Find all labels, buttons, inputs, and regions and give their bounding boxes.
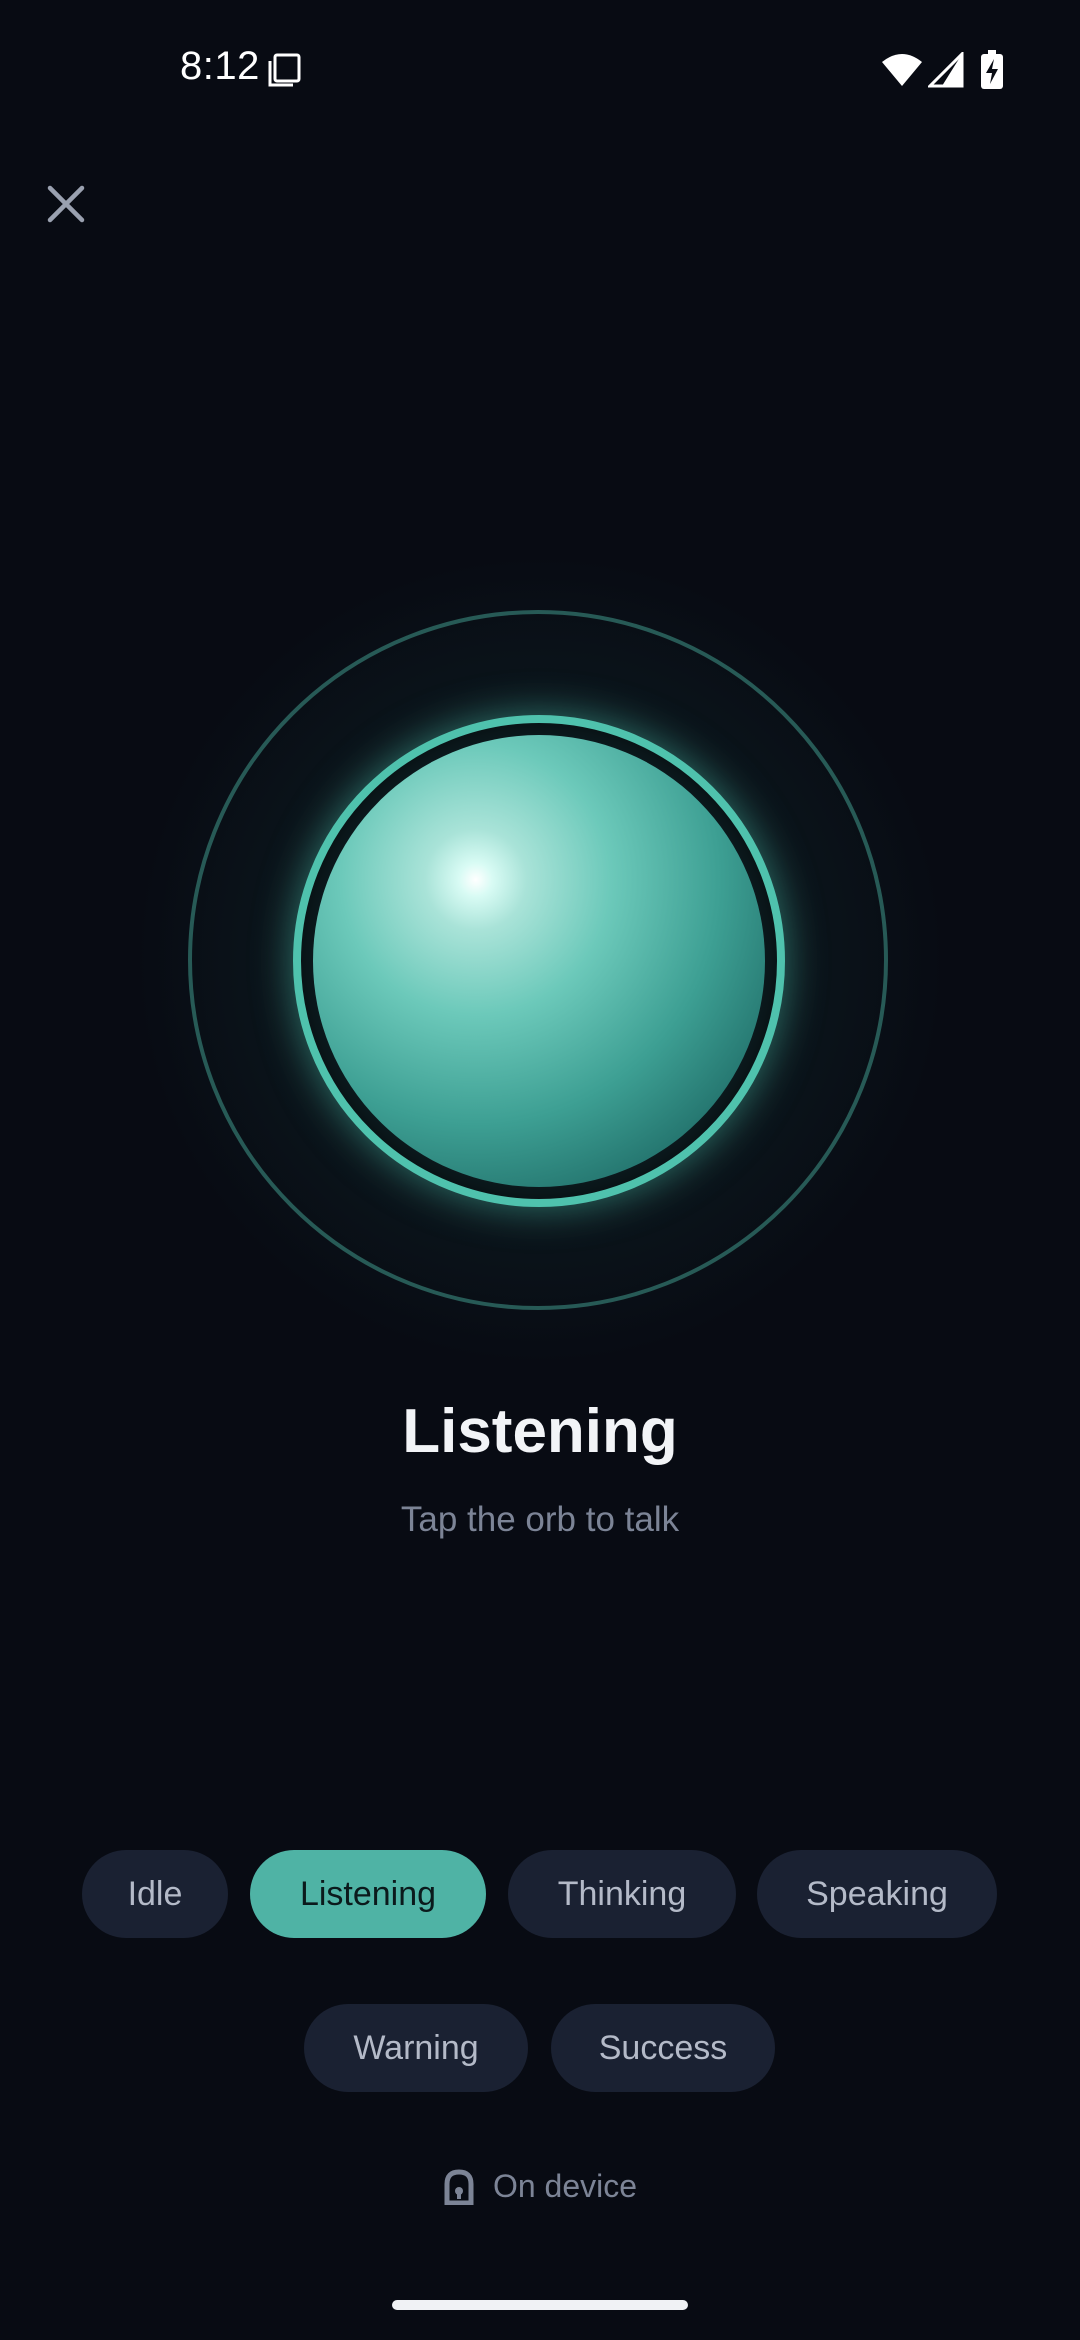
chip-warning[interactable]: Warning <box>304 2004 528 2092</box>
chip-speaking[interactable]: Speaking <box>757 1850 997 1938</box>
chip-success[interactable]: Success <box>551 2004 775 2092</box>
orb-area <box>0 540 1080 1400</box>
status-time: 8:12 <box>180 44 260 88</box>
lock-icon <box>444 2168 474 2205</box>
chip-listening[interactable]: Listening <box>250 1850 486 1938</box>
chip-thinking[interactable]: Thinking <box>508 1850 736 1938</box>
close-icon <box>47 185 85 223</box>
signal-icon <box>928 52 964 88</box>
wifi-icon <box>882 54 922 86</box>
home-indicator[interactable] <box>392 2300 688 2310</box>
on-device-indicator: On device <box>0 2168 1080 2205</box>
on-device-label: On device <box>492 2168 638 2204</box>
orb-button[interactable] <box>313 735 765 1187</box>
status-bar: 8:12 <box>0 0 1080 140</box>
state-title: Listening <box>402 1397 678 1466</box>
state-subtitle: Tap the orb to talk <box>400 1500 680 1539</box>
close-button[interactable] <box>30 168 102 240</box>
screen-icon <box>268 53 301 87</box>
battery-charging-icon <box>981 50 1003 89</box>
chip-idle[interactable]: Idle <box>82 1850 228 1938</box>
